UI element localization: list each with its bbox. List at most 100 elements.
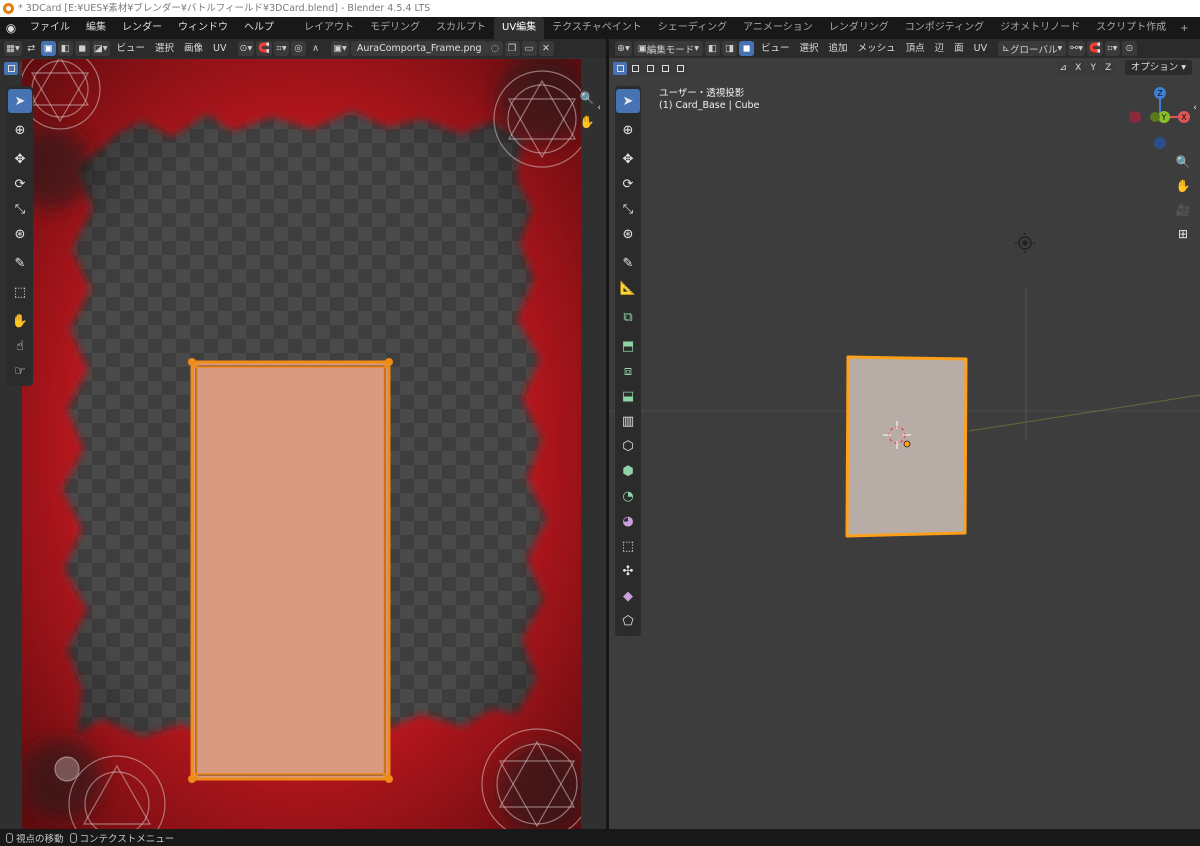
fake-user-icon[interactable]: ◌ [487, 41, 503, 56]
window-title-bar: * 3DCard [E:¥UES¥素材¥ブレンダー¥バトルフィールド¥3DCar… [0, 0, 1200, 17]
uv-editor: ▦▾ ⇄ ▣ ◧ ◼ ◪▾ ビュー 選択 画像 UV ⊙▾ 🧲 ⌗▾ ◎ ∧ ▣… [0, 39, 606, 829]
select-new-icon[interactable] [4, 61, 18, 75]
status-view-move: 視点の移動 [16, 833, 64, 845]
snap-target-icon[interactable]: ⌗▾ [274, 41, 290, 56]
uv-menu-uv[interactable]: UV [208, 39, 231, 58]
menu-edit[interactable]: 編集 [78, 17, 114, 39]
face-select-icon[interactable]: ◼ [74, 41, 90, 56]
status-context-menu: コンテクストメニュー [79, 833, 175, 845]
edge-select-icon[interactable]: ◧ [57, 41, 73, 56]
pinch-tool-icon[interactable]: ☞ [8, 359, 32, 383]
status-bar: 視点の移動 コンテクストメニュー [0, 829, 1200, 846]
tab-scripting[interactable]: スクリプト作成 [1088, 17, 1174, 39]
vp-scale-tool-icon[interactable]: ⤡ [616, 197, 640, 221]
knife-tool-icon[interactable]: ⬡ [616, 434, 640, 458]
move-tool-icon[interactable]: ✥ [8, 147, 32, 171]
tab-uv-editing[interactable]: UV編集 [494, 17, 545, 39]
tab-layout[interactable]: レイアウト [296, 17, 362, 39]
editor-type-icon[interactable]: ▦▾ [4, 41, 22, 56]
uv-menu-view[interactable]: ビュー [112, 39, 151, 58]
uv-island[interactable] [188, 358, 393, 783]
gizmo-y-label: Y [1161, 113, 1167, 122]
menu-window[interactable]: ウィンドウ [170, 17, 236, 39]
viewport-toolbar: ➤ ⊕ ✥ ⟳ ⤡ ⊛ ✎ 📐 ⧉ ⬒ ⧈ ⬓ ▥ ⬡ ⬢ ◔ ◕ ⬚ ✣ ◆ … [615, 86, 641, 636]
rip-tool-icon[interactable]: ⬚ [8, 280, 32, 304]
tab-compositing[interactable]: コンポジティング [897, 17, 992, 39]
shrink-fatten-tool-icon[interactable]: ✣ [616, 559, 640, 583]
smooth-tool-icon[interactable]: ◕ [616, 509, 640, 533]
spin-tool-icon[interactable]: ◔ [616, 484, 640, 508]
duplicate-image-icon[interactable]: ❐ [504, 41, 520, 56]
vp-transform-tool-icon[interactable]: ⊛ [616, 222, 640, 246]
transform-tool-icon[interactable]: ⊛ [8, 222, 32, 246]
vp-sidebar-toggle-icon[interactable]: ‹ [1190, 97, 1200, 119]
pivot-point-icon[interactable]: ⊙▾ [237, 41, 255, 56]
falloff-icon[interactable]: ∧ [308, 41, 323, 56]
vp-move-tool-icon[interactable]: ✥ [616, 147, 640, 171]
bevel-tool-icon[interactable]: ⬓ [616, 384, 640, 408]
3d-viewport: ⊕▾ ▣ 編集モード ▾ ◧ ◨ ◼ ビュー 選択 追加 メッシュ 頂点 辺 面… [609, 39, 1200, 829]
ortho-toggle-icon[interactable]: ⊞ [1172, 223, 1194, 245]
tab-animation[interactable]: アニメーション [735, 17, 821, 39]
poly-build-tool-icon[interactable]: ⬢ [616, 459, 640, 483]
extrude-region-tool-icon[interactable]: ⬒ [616, 334, 640, 358]
origin-point [903, 440, 911, 448]
gizmo-z-label: Z [1157, 89, 1163, 98]
uv-editor-header: ▦▾ ⇄ ▣ ◧ ◼ ◪▾ ビュー 選択 画像 UV ⊙▾ 🧲 ⌗▾ ◎ ∧ ▣… [0, 39, 606, 58]
add-workspace-button[interactable]: + [1174, 23, 1194, 34]
uv-toolbar: ➤ ⊕ ✥ ⟳ ⤡ ⊛ ✎ ⬚ ✋ ☝ ☞ [7, 86, 33, 386]
tab-shading[interactable]: シェーディング [650, 17, 735, 39]
shear-tool-icon[interactable]: ◆ [616, 584, 640, 608]
vp-select-box-tool-icon[interactable]: ➤ [616, 89, 640, 113]
scale-tool-icon[interactable]: ⤡ [8, 197, 32, 221]
mouse-right-icon [69, 832, 77, 843]
proportional-edit-icon[interactable]: ◎ [291, 41, 307, 56]
blender-menu-icon[interactable]: ◉ [0, 17, 22, 39]
top-menu-bar: ◉ ファイル 編集 レンダー ウィンドウ ヘルプ レイアウト モデリング スカル… [0, 17, 1200, 39]
loop-cut-tool-icon[interactable]: ▥ [616, 409, 640, 433]
gizmo-x-label: X [1181, 113, 1187, 122]
texture-frame-image [22, 59, 581, 829]
inset-faces-tool-icon[interactable]: ⧈ [616, 359, 640, 383]
measure-tool-icon[interactable]: 📐 [616, 276, 640, 300]
tab-sculpting[interactable]: スカルプト [428, 17, 494, 39]
select-box-tool-icon[interactable]: ➤ [8, 89, 32, 113]
uv-menu-select[interactable]: 選択 [150, 39, 179, 58]
menu-render[interactable]: レンダー [114, 17, 170, 39]
vertex-select-icon[interactable]: ▣ [40, 41, 56, 56]
camera-view-icon[interactable]: 🎥 [1172, 199, 1194, 221]
relax-tool-icon[interactable]: ☝ [8, 334, 32, 358]
rip-region-tool-icon[interactable]: ⬠ [616, 609, 640, 633]
island-select-icon[interactable]: ◪▾ [91, 41, 110, 56]
vp-pan-hand-icon[interactable]: ✋ [1172, 175, 1194, 197]
tab-texture-paint[interactable]: テクスチャペイント [544, 17, 650, 39]
image-browse-icon[interactable]: ▣▾ [331, 41, 349, 56]
vp-annotate-tool-icon[interactable]: ✎ [616, 251, 640, 275]
vp-cursor-tool-icon[interactable]: ⊕ [616, 118, 640, 142]
add-cube-tool-icon[interactable]: ⧉ [616, 305, 640, 329]
uv-menu-image[interactable]: 画像 [179, 39, 208, 58]
edge-slide-tool-icon[interactable]: ⬚ [616, 534, 640, 558]
cursor-tool-icon[interactable]: ⊕ [8, 118, 32, 142]
tab-geometry-nodes[interactable]: ジオメトリノード [992, 17, 1088, 39]
annotate-tool-icon[interactable]: ✎ [8, 251, 32, 275]
image-name-field[interactable]: AuraComporta_Frame.png [350, 41, 488, 56]
menu-help[interactable]: ヘルプ [236, 17, 282, 39]
vp-rotate-tool-icon[interactable]: ⟳ [616, 172, 640, 196]
rotate-tool-icon[interactable]: ⟳ [8, 172, 32, 196]
mouse-middle-icon [6, 832, 13, 843]
sidebar-toggle-icon[interactable]: ‹ [594, 97, 604, 119]
light-icon[interactable] [1015, 233, 1035, 253]
viewport-scene[interactable]: Z X Y [609, 39, 1200, 829]
tab-rendering[interactable]: レンダリング [821, 17, 897, 39]
navigation-gizmo[interactable]: Z X Y [1129, 87, 1190, 149]
menu-file[interactable]: ファイル [22, 17, 78, 39]
vp-zoom-icon[interactable]: 🔍 [1172, 151, 1194, 173]
unlink-image-icon[interactable]: ✕ [538, 41, 554, 56]
uv-canvas[interactable] [22, 59, 581, 829]
sync-selection-icon[interactable]: ⇄ [24, 41, 39, 56]
open-image-icon[interactable]: ▭ [521, 41, 537, 56]
snap-icon[interactable]: 🧲 [256, 41, 273, 56]
grab-tool-icon[interactable]: ✋ [8, 309, 32, 333]
tab-modeling[interactable]: モデリング [362, 17, 428, 39]
